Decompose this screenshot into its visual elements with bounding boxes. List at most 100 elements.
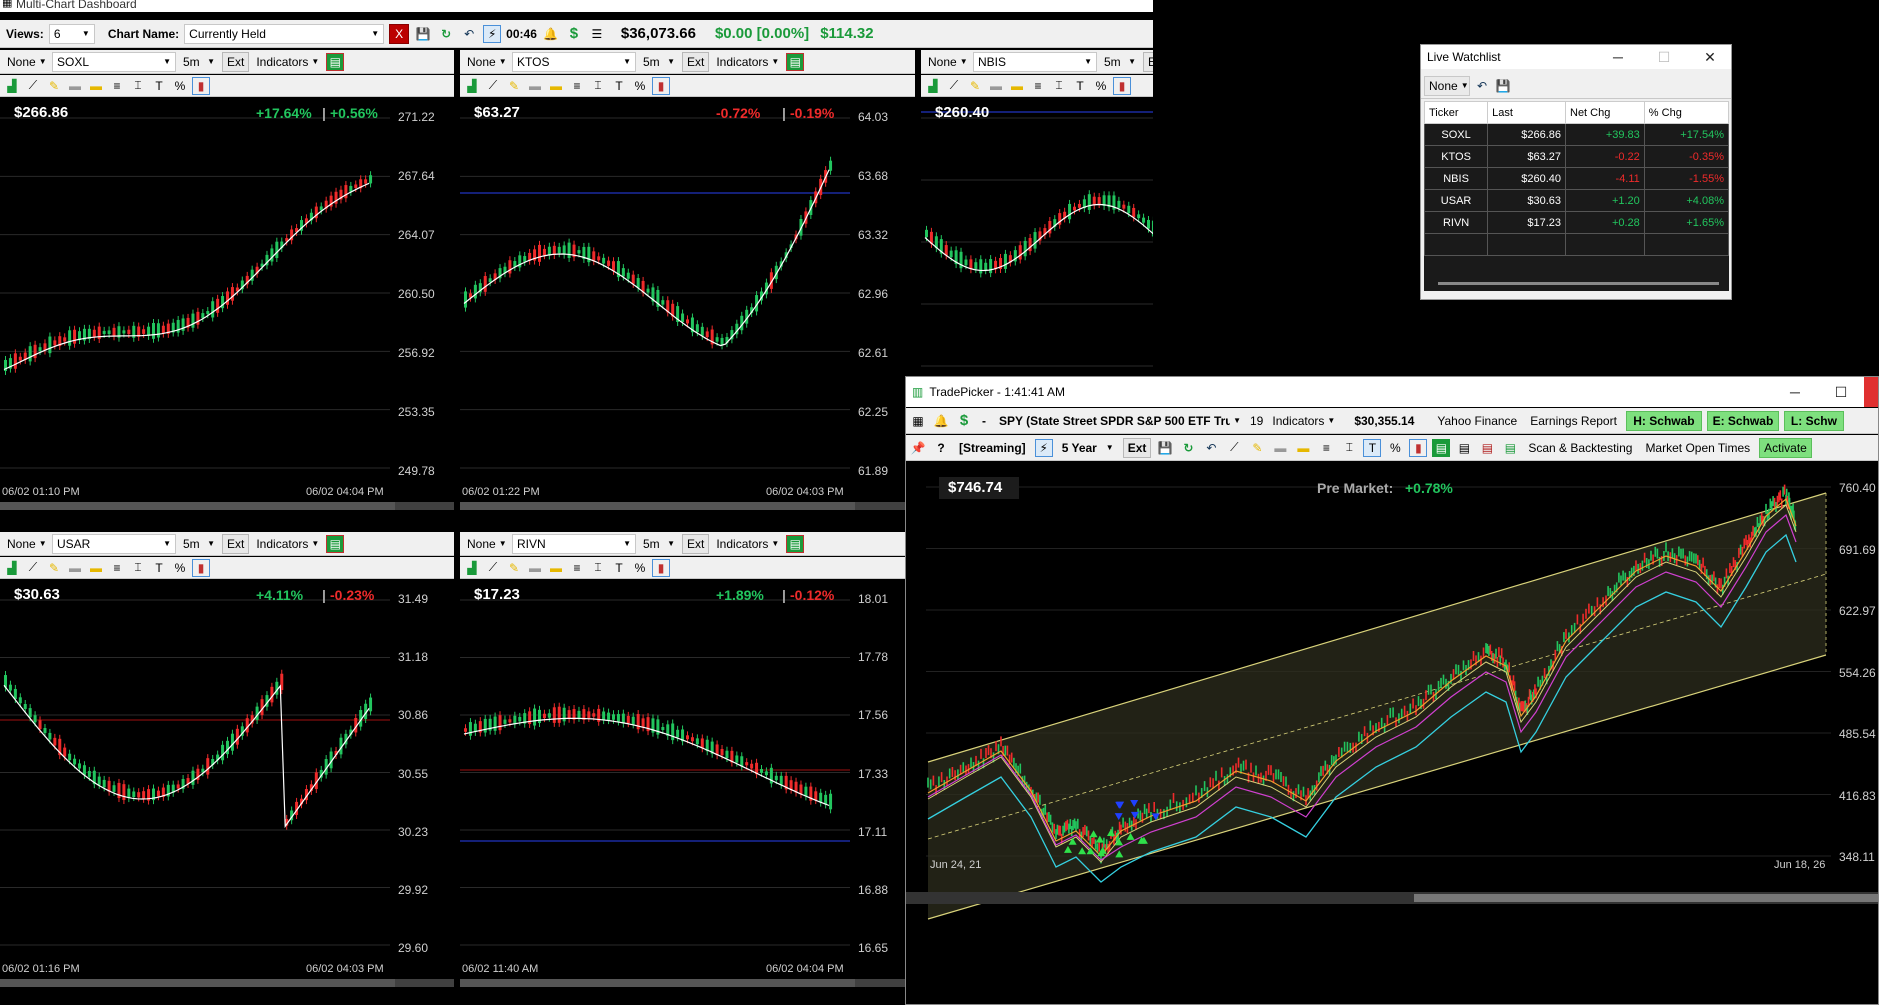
chart-type-icon[interactable]: ▤ [1432,438,1451,457]
none-dropdown[interactable]: None ▼ [463,51,509,72]
hlines-icon[interactable]: ≡ [1317,439,1335,457]
save-icon[interactable]: 💾 [1494,77,1512,95]
refresh-icon[interactable]: ↻ [1179,439,1197,457]
chart-type-icon[interactable]: ▤ [326,534,345,553]
hlines-icon[interactable]: ≡ [1029,77,1047,95]
streaming-button[interactable]: [Streaming] [955,437,1030,458]
ext-button[interactable]: Ext [222,533,250,554]
price-chart[interactable] [460,98,915,528]
rect-icon[interactable]: ▬ [547,559,565,577]
lightning-icon[interactable]: ⚡ [1034,438,1053,457]
watchlist-filter-dropdown[interactable]: None ▼ [1424,75,1470,96]
tp-minimize-button[interactable]: ─ [1772,377,1818,407]
earnings-report-button[interactable]: Earnings Report [1526,410,1621,431]
ticker-input[interactable]: RIVN ▼ [512,533,636,554]
market-open-times-button[interactable]: Market Open Times [1641,437,1755,458]
activate-button[interactable]: Activate [1759,437,1812,458]
l-schwab-button[interactable]: L: Schw [1783,410,1844,431]
hlines-icon[interactable]: ≡ [568,559,586,577]
ticker-input[interactable]: SOXL ▼ [52,51,176,72]
ticker-input[interactable]: NBIS ▼ [973,51,1097,72]
none-dropdown[interactable]: None ▼ [924,51,970,72]
undo-icon[interactable]: ↶ [1202,439,1220,457]
line-icon[interactable]: ▬ [526,77,544,95]
trendline-icon[interactable]: ⟋ [24,77,42,95]
tp-close-button[interactable] [1864,377,1878,407]
price-chart[interactable] [0,580,454,1005]
none-dropdown[interactable]: None ▼ [3,533,49,554]
layout-icon-1[interactable]: ▤ [1455,439,1473,457]
indicators-dropdown[interactable]: Indicators ▼ [712,533,784,554]
trendline-icon[interactable]: ⟋ [24,559,42,577]
percent-icon[interactable]: % [171,77,189,95]
indicators-dropdown[interactable]: Indicators ▼ [712,51,784,72]
dollar-icon[interactable]: $ [565,25,583,43]
table-row[interactable]: KTOS $63.27 -0.22 -0.35% [1423,145,1730,168]
measure-icon[interactable]: ⌶ [589,77,607,95]
line-icon[interactable]: ▬ [987,77,1005,95]
tp-hscrollbar-thumb[interactable] [1414,894,1878,902]
price-chart[interactable] [0,98,454,528]
layout-icon-3[interactable]: ▤ [1501,439,1519,457]
tp-indicators-dropdown[interactable]: Indicators ▼ [1268,410,1340,431]
column-header[interactable]: Net Chg [1565,101,1645,124]
measure-icon[interactable]: ⌶ [1050,77,1068,95]
watchlist-maximize-button[interactable]: ☐ [1641,45,1687,69]
save-icon[interactable]: 💾 [1156,439,1174,457]
measure-icon[interactable]: ⌶ [129,559,147,577]
period-dropdown[interactable]: 5 Year ▼ [1057,437,1118,458]
chart-scroll-thumb[interactable] [460,502,855,510]
ext-button[interactable]: Ext [1143,51,1153,72]
pin-icon[interactable]: 📌 [909,439,927,457]
highlighter-icon[interactable]: ✎ [45,77,63,95]
spy-chart-panel[interactable]: $746.74 Pre Market: +0.78% 760.40 691.69 6… [906,467,1878,1004]
candles-icon[interactable]: ▮ [652,76,670,95]
chart-icon[interactable]: ▟ [3,77,21,95]
candles-icon[interactable]: ▮ [652,558,670,577]
dollar-icon[interactable]: $ [955,412,973,430]
bell-icon[interactable]: 🔔 [932,412,950,430]
text-icon[interactable]: T [150,77,168,95]
highlighter-icon[interactable]: ✎ [1248,439,1266,457]
percent-icon[interactable]: % [1386,439,1404,457]
scan-backtesting-button[interactable]: Scan & Backtesting [1524,437,1637,458]
symbol-dropdown[interactable]: SPY (State Street SPDR S&P 500 ETF Trus ▼ [995,410,1245,431]
e-schwab-button[interactable]: E: Schwab [1706,410,1779,431]
table-row[interactable]: RIVN $17.23 +0.28 +1.65% [1423,211,1730,234]
layout-icon-2[interactable]: ▤ [1478,439,1496,457]
highlighter-icon[interactable]: ✎ [966,77,984,95]
chart-icon[interactable]: ▟ [463,77,481,95]
candles-icon[interactable]: ▮ [1409,438,1428,457]
hlines-icon[interactable]: ≡ [108,77,126,95]
hlines-icon[interactable]: ≡ [568,77,586,95]
views-dropdown[interactable]: 6 ▼ [48,23,95,44]
table-row[interactable]: SOXL $266.86 +39.83 +17.54% [1423,123,1730,146]
tp-ext-button[interactable]: Ext [1122,437,1152,458]
text-icon[interactable]: T [150,559,168,577]
candles-icon[interactable]: ▮ [192,76,210,95]
table-row[interactable]: USAR $30.63 +1.20 +4.08% [1423,189,1730,212]
percent-icon[interactable]: % [171,559,189,577]
watchlist-close-button[interactable]: ✕ [1687,45,1731,69]
ticker-input[interactable]: USAR ▼ [52,533,176,554]
chart-icon[interactable]: ▟ [463,559,481,577]
trendline-icon[interactable]: ⟋ [1225,439,1243,457]
list-icon[interactable]: ☰ [588,25,606,43]
calendar-icon[interactable]: ▦ [909,412,927,430]
measure-icon[interactable]: ⌶ [589,559,607,577]
chart-scroll-thumb[interactable] [0,502,395,510]
rect-icon[interactable]: ▬ [1008,77,1026,95]
ext-button[interactable]: Ext [682,51,710,72]
bell-icon[interactable]: 🔔 [542,25,560,43]
interval-dropdown[interactable]: 5m ▼ [179,533,219,554]
chart-scroll-thumb[interactable] [0,979,395,987]
chart-name-dropdown[interactable]: Currently Held ▼ [184,23,385,44]
none-dropdown[interactable]: None ▼ [463,533,509,554]
interval-dropdown[interactable]: 5m ▼ [639,533,679,554]
interval-dropdown[interactable]: 5m ▼ [639,51,679,72]
ticker-input[interactable]: KTOS ▼ [512,51,636,72]
text-icon[interactable]: T [1071,77,1089,95]
highlighter-icon[interactable]: ✎ [505,77,523,95]
none-dropdown[interactable]: None ▼ [3,51,49,72]
chart-scroll-thumb[interactable] [460,979,855,987]
